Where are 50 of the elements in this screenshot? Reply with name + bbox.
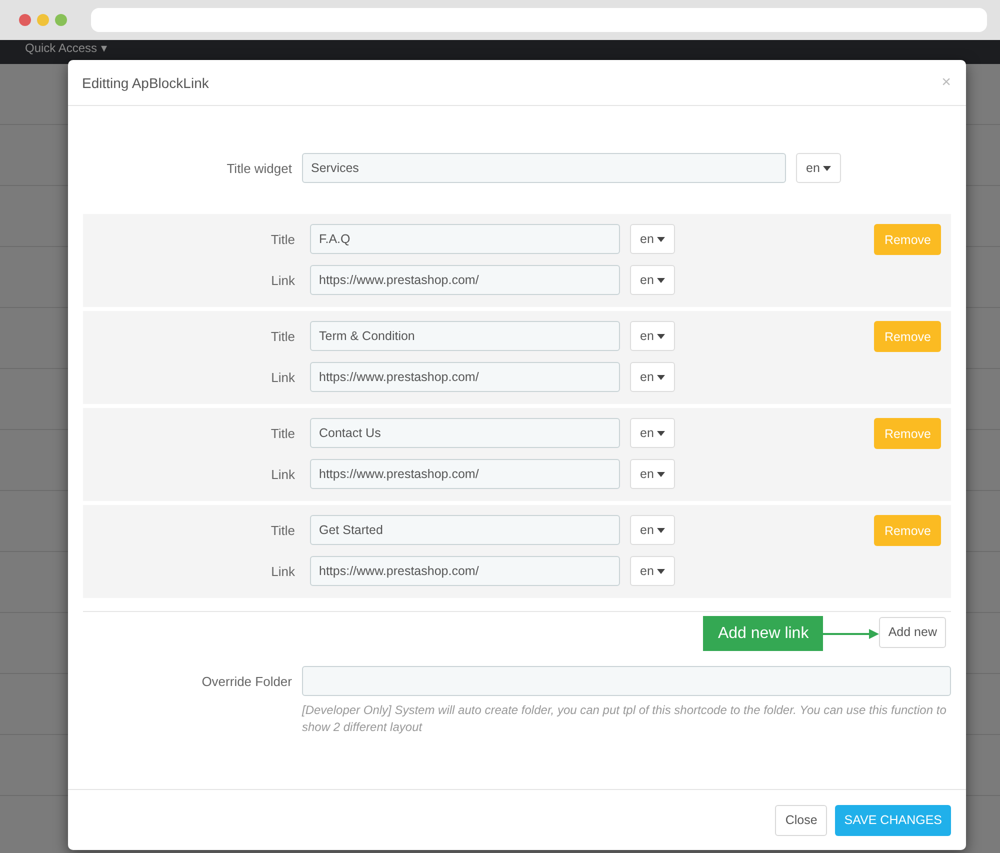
caret-icon: ▾ — [101, 40, 108, 56]
input-field[interactable]: https://www.prestashop.com/ — [310, 362, 620, 392]
modal-title: Editting ApBlockLink — [82, 74, 209, 90]
field-label: Override Folder — [200, 674, 292, 688]
language-dropdown[interactable]: en — [630, 418, 675, 448]
caret-icon — [656, 528, 665, 532]
input-field[interactable]: Term & Condition — [310, 321, 620, 351]
field-label: Title — [270, 232, 295, 246]
caret-icon — [656, 430, 665, 436]
input-field[interactable]: https://www.prestashop.com/ — [310, 556, 620, 586]
field-label: Link — [270, 370, 295, 384]
language-dropdown[interactable]: en — [630, 265, 675, 295]
help-text: [Developer Only] System will auto create folder, you can put tpl of this shortcode to the folder. You can use this function to show 2 different layout — [302, 702, 948, 736]
language-dropdown[interactable]: en — [630, 515, 675, 545]
language-dropdown[interactable]: en — [630, 321, 675, 351]
maximize-window-icon[interactable] — [55, 14, 67, 26]
language-dropdown[interactable]: en — [796, 153, 841, 183]
language-dropdown[interactable]: en — [630, 224, 675, 254]
language-dropdown[interactable]: en — [630, 556, 675, 586]
field-label: Title — [270, 328, 295, 344]
input-field[interactable]: https://www.prestashop.com/ — [310, 265, 620, 295]
caret-icon — [656, 278, 665, 282]
close-button[interactable]: Close — [775, 804, 828, 836]
caret-icon — [656, 334, 665, 338]
caret-icon — [656, 472, 665, 476]
field-label: Title — [270, 426, 295, 440]
caret-icon — [656, 374, 665, 380]
arrow-icon — [823, 628, 880, 638]
field-label: Link — [270, 272, 295, 288]
caret-icon — [822, 166, 831, 170]
field-label: Link — [270, 466, 295, 482]
annotation-label: Add new link — [703, 616, 824, 651]
input-field[interactable]: Services — [302, 153, 786, 183]
input-field[interactable]: Get Started — [310, 515, 620, 545]
quick-access-menu[interactable]: Quick Access — [25, 40, 98, 56]
input-field[interactable]: Contact Us — [310, 418, 620, 448]
input-field[interactable]: F.A.Q — [310, 224, 620, 254]
input-field[interactable]: https://www.prestashop.com/ — [310, 459, 620, 489]
caret-icon — [656, 568, 665, 574]
field-label: Title — [270, 522, 295, 538]
add-new-button[interactable]: Add new — [879, 616, 946, 648]
minimize-window-icon[interactable] — [37, 14, 49, 26]
field-label: Title widget — [226, 160, 292, 176]
language-dropdown[interactable]: en — [630, 459, 675, 489]
field-label: Link — [270, 564, 295, 578]
address-bar[interactable] — [91, 8, 987, 32]
language-dropdown[interactable]: en — [630, 362, 675, 392]
input-field[interactable] — [302, 666, 951, 696]
caret-icon — [656, 236, 665, 242]
close-window-icon[interactable] — [19, 14, 31, 26]
